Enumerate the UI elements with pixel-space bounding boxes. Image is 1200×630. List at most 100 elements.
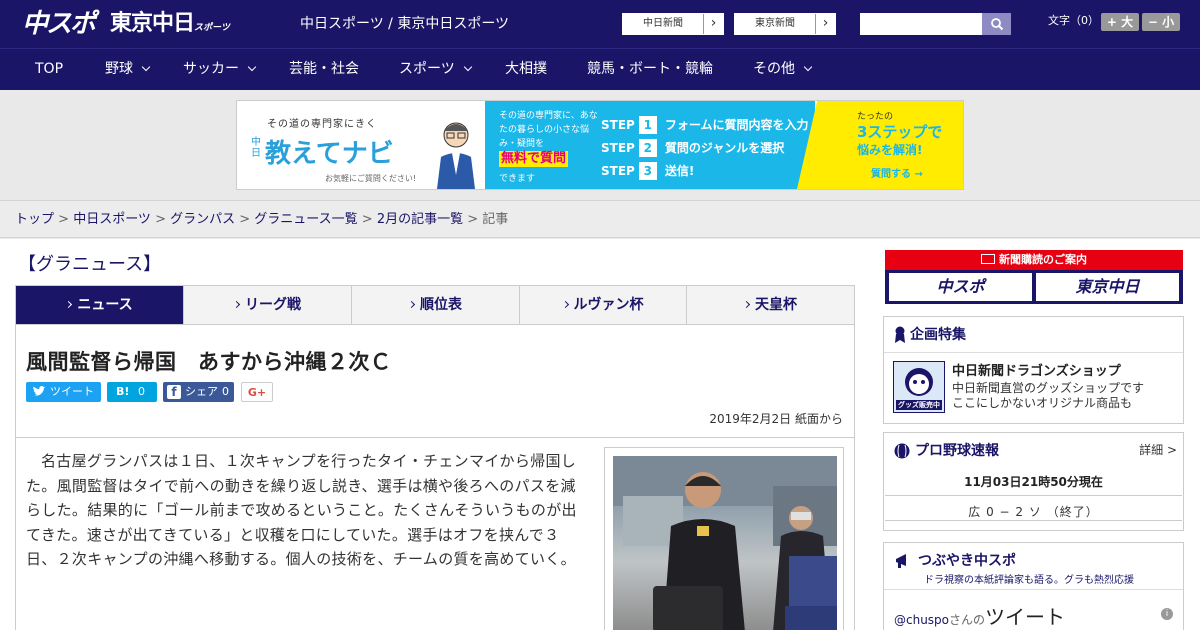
nav-label: 競馬・ボート・競輪	[587, 61, 713, 77]
step-label: STEP	[601, 141, 635, 155]
subscription-title: 新聞購読のご案内	[999, 253, 1087, 266]
font-smaller-button[interactable]: − 小	[1142, 13, 1180, 31]
breadcrumb-item-grampus[interactable]: グランパス	[170, 212, 235, 227]
breadcrumb-item-chunichi-sports[interactable]: 中日スポーツ	[73, 212, 151, 227]
tokyo-chunichi-logo[interactable]: 東京中日スポーツ	[110, 10, 230, 42]
main-nav: TOP 野球 サッカー 芸能・社会 スポーツ 大相撲 競馬・ボート・競輪 その他	[0, 48, 1200, 90]
tab-standings[interactable]: 順位表	[352, 286, 520, 324]
font-larger-button[interactable]: + 大	[1101, 13, 1139, 31]
font-size-label: 文字（0）	[1048, 14, 1099, 27]
ad-question-button[interactable]: 質問する →	[871, 165, 923, 180]
newspaper-icon	[981, 254, 995, 264]
chunichi-shimbun-link[interactable]: 中日新聞 ›	[622, 13, 724, 35]
dragons-shop-link[interactable]: 中日新聞ドラゴンズショップ	[952, 360, 1121, 379]
nav-item-soccer[interactable]: サッカー	[183, 49, 257, 90]
baseball-title: プロ野球速報	[915, 443, 999, 459]
chevron-down-icon	[141, 62, 151, 72]
tweets-label: ツイート	[985, 605, 1066, 629]
category-tabs: ニュース リーグ戦 順位表 ルヴァン杯 天皇杯	[15, 285, 855, 325]
chevron-right-icon	[407, 300, 416, 309]
tokyo-logo-small: スポーツ	[194, 23, 230, 33]
breadcrumb-current: 記事	[482, 212, 509, 227]
tweet-box-subtitle: ドラ視察の本紙評論家も語る。グラも熱烈応援	[924, 575, 1134, 586]
ad-left-panel: その道の専門家にきく 中日 教えてナビ お気軽にご質問ください!	[237, 101, 485, 189]
divider	[884, 352, 1183, 353]
nav-item-entertainment[interactable]: 芸能・社会	[289, 49, 359, 90]
tab-label: 天皇杯	[755, 297, 797, 313]
search-input[interactable]	[860, 13, 982, 35]
step-label: STEP	[601, 118, 635, 132]
nav-item-baseball[interactable]: 野球	[105, 49, 151, 90]
ad-mid-text2: できます	[499, 174, 536, 184]
hatena-count: 0	[138, 385, 145, 398]
ad-step-2: STEP 2 質問のジャンルを選択	[601, 138, 784, 158]
ad-right-text2: 3ステップで	[857, 123, 943, 141]
tab-levain-cup[interactable]: ルヴァン杯	[520, 286, 687, 324]
nav-item-sports[interactable]: スポーツ	[399, 49, 472, 90]
breadcrumb-separator: >	[235, 212, 255, 227]
ad-brand: 教えてナビ	[265, 139, 394, 169]
tab-emperors-cup[interactable]: 天皇杯	[687, 286, 854, 324]
search-button[interactable]	[982, 13, 1011, 35]
google-plus-button[interactable]: G+	[241, 382, 273, 402]
chuspo-logo[interactable]: 中スポ	[22, 8, 96, 40]
tweet-box: つぶやき中スポ ドラ視察の本紙評論家も語る。グラも熱烈応援 @chuspoさんの…	[883, 542, 1184, 630]
hatena-button[interactable]: B! 0	[107, 382, 157, 402]
special-features-title: 企画特集	[910, 327, 966, 343]
score-timestamp: 11月03日21時50分現在	[964, 475, 1103, 489]
category-title: 【グラニュース】	[18, 254, 162, 275]
breadcrumb-item-feb-list[interactable]: 2月の記事一覧	[377, 212, 463, 227]
article-headline: 風間監督ら帰国 あすから沖縄２次Ｃ	[26, 350, 392, 374]
search-icon	[990, 18, 1003, 31]
megaphone-icon	[896, 554, 906, 568]
article-body: 名古屋グランパスは１日、１次キャンプを行ったタイ・チェンマイから帰国した。風間監…	[26, 452, 577, 568]
subscribe-chuspo-button[interactable]: 中スポ	[889, 273, 1032, 301]
chevron-right-icon	[742, 300, 751, 309]
ad-step-1: STEP 1 フォームに質問内容を入力	[601, 115, 808, 135]
google-plus-icon: G+	[247, 386, 267, 399]
tab-league[interactable]: リーグ戦	[184, 286, 352, 324]
subscribe-tokyo-button[interactable]: 東京中日	[1036, 273, 1179, 301]
chevron-right-icon	[232, 300, 241, 309]
info-icon[interactable]: i	[1161, 608, 1173, 620]
subscription-header[interactable]: 新聞購読のご案内	[885, 250, 1183, 270]
article-divider	[15, 437, 855, 438]
nav-label: TOP	[35, 61, 64, 77]
chevron-down-icon	[463, 62, 472, 72]
step-text: 送信!	[664, 164, 695, 178]
breadcrumb-separator: >	[150, 212, 171, 227]
breadcrumb-item-news-list[interactable]: グラニュース一覧	[254, 212, 357, 227]
nav-item-other[interactable]: その他	[753, 49, 813, 90]
ad-brand-prefix: 中日	[251, 137, 261, 159]
nav-label: 野球	[105, 61, 133, 77]
chevron-right-icon	[65, 300, 73, 309]
nav-item-racing[interactable]: 競馬・ボート・競輪	[587, 49, 713, 90]
tweet-handle[interactable]: @chuspoさんのツイート	[894, 601, 1065, 630]
baseball-detail-link[interactable]: 詳細 >	[1139, 441, 1177, 458]
facebook-share-button[interactable]: f シェア 0	[163, 382, 234, 402]
breadcrumb-separator: >	[54, 212, 74, 227]
tweet-button[interactable]: ツイート	[26, 382, 101, 402]
tokyo-shimbun-link[interactable]: 東京新聞 ›	[734, 13, 836, 35]
game-score[interactable]: 広 0 − 2 ソ （終了）	[884, 503, 1183, 520]
shop-desc-line2: ここにしかないオリジナル商品も	[952, 396, 1133, 410]
article-date: 2019年2月2日 紙面から	[709, 412, 843, 426]
ad-banner[interactable]: その道の専門家にきく 中日 教えてナビ お気軽にご質問ください! その道の専門家…	[236, 100, 964, 190]
facebook-icon: f	[167, 385, 181, 399]
divider	[884, 589, 1183, 590]
article-photo-frame[interactable]	[604, 447, 844, 630]
tokyo-link-label: 東京新聞	[755, 18, 795, 29]
chevron-right-icon	[561, 300, 569, 309]
tab-label: 順位表	[420, 297, 462, 313]
nav-label: 大相撲	[505, 61, 547, 77]
nav-label: その他	[753, 61, 795, 77]
airport-scene-image	[613, 456, 837, 630]
breadcrumb-separator: >	[463, 212, 483, 227]
tab-news[interactable]: ニュース	[16, 286, 184, 324]
nav-item-sumo[interactable]: 大相撲	[505, 49, 547, 90]
chevron-down-icon	[247, 62, 257, 72]
hatena-icon: B!	[116, 385, 130, 398]
dragons-shop-icon[interactable]: グッズ販売中	[893, 361, 945, 413]
breadcrumb-item-top[interactable]: トップ	[15, 212, 54, 227]
nav-item-top[interactable]: TOP	[35, 49, 63, 90]
